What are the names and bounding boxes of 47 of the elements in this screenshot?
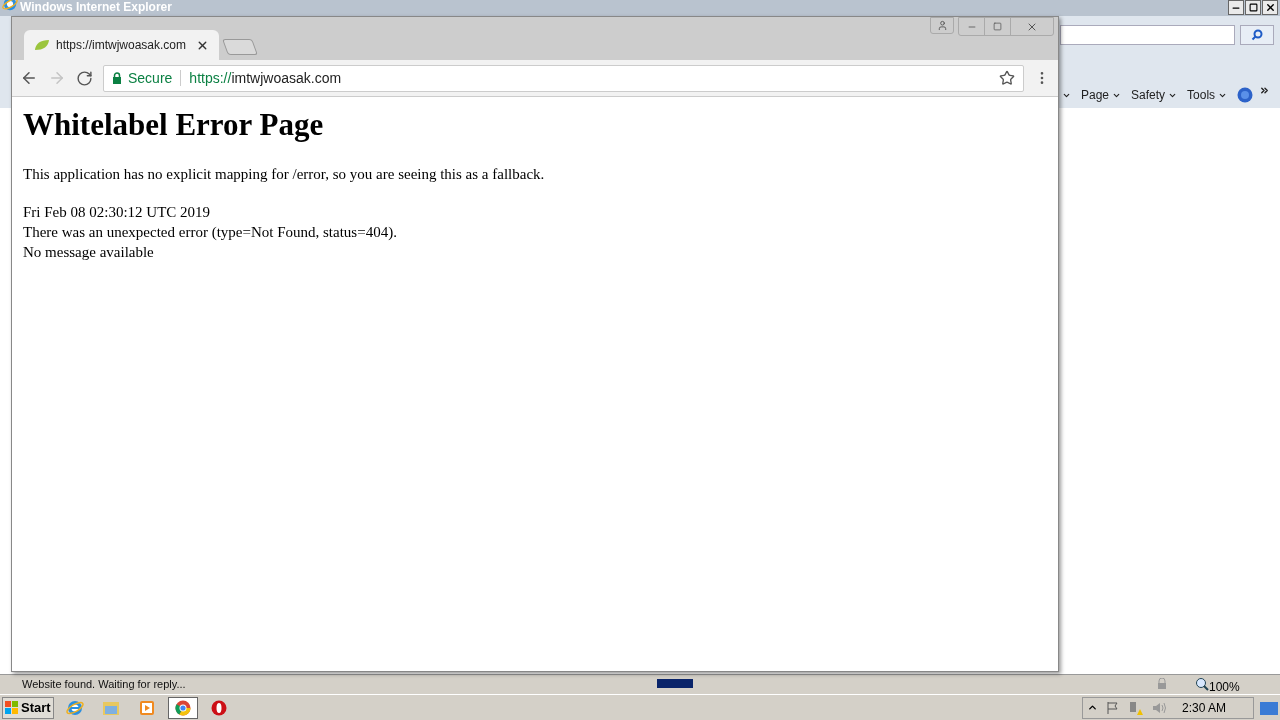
lock-icon — [112, 72, 122, 84]
taskbar-app[interactable] — [167, 696, 198, 719]
error-detail-line: Fri Feb 08 02:30:12 UTC 2019 — [23, 202, 212, 222]
zoom-icon[interactable] — [1195, 677, 1209, 691]
search-button[interactable] — [1240, 25, 1274, 45]
tab-title: https://imtwjwoasak.com — [56, 37, 187, 54]
back-icon[interactable] — [20, 69, 38, 87]
lock-icon — [1155, 678, 1169, 690]
zoom-level[interactable]: 100% — [1209, 678, 1240, 696]
window-title: Windows Internet Explorer — [20, 1, 172, 13]
o-logo-icon — [210, 699, 227, 716]
secure-label: Secure — [128, 68, 173, 88]
close-icon — [1264, 2, 1276, 13]
maximize-icon — [1248, 3, 1258, 12]
command-menu[interactable]: Page — [1081, 86, 1122, 104]
search-field[interactable] — [1060, 25, 1235, 45]
restore-icon — [993, 22, 1002, 31]
desktop-icon[interactable] — [1260, 699, 1278, 716]
maximize-button[interactable] — [1245, 0, 1261, 15]
clock[interactable]: 2:30 AM — [1182, 698, 1227, 717]
page-heading: Whitelabel Error Page — [23, 107, 325, 143]
status-text: Website found. Waiting for reply... — [22, 679, 186, 690]
intro-text: This application has no explicit mapping for /error, so you are seeing this as a fallback. — [23, 165, 546, 184]
flag-icon[interactable] — [1106, 700, 1120, 715]
command-menu[interactable]: Safety — [1131, 86, 1178, 104]
play-icon — [138, 699, 155, 716]
star-icon[interactable] — [999, 70, 1015, 86]
leaf-icon — [34, 38, 50, 52]
round-logo-icon — [174, 699, 191, 716]
chevron-up-icon[interactable] — [1087, 702, 1098, 713]
error-detail-line: No message available — [23, 242, 155, 262]
reload-icon[interactable] — [76, 69, 93, 87]
person-icon — [936, 20, 948, 31]
e-logo-icon — [2, 0, 18, 12]
url-text: https://imtwjwoasak.com — [189, 68, 342, 88]
address-bar[interactable]: Secure https://imtwjwoasak.com — [103, 64, 1024, 92]
close-button[interactable] — [1262, 0, 1278, 15]
error-detail-line: There was an unexpected error (type=Not Found, status=404). — [23, 222, 398, 242]
minimize-button[interactable] — [1228, 0, 1244, 15]
e-logo-icon — [65, 698, 84, 717]
help-icon[interactable] — [1237, 87, 1254, 103]
command-menu[interactable]: Tools — [1187, 86, 1228, 104]
browser-tab[interactable]: https://imtwjwoasak.com — [24, 30, 219, 60]
folder-icon — [101, 699, 120, 716]
start-button[interactable]: Start — [2, 696, 54, 719]
windows-logo-icon — [5, 700, 19, 715]
search-icon — [1251, 29, 1263, 41]
